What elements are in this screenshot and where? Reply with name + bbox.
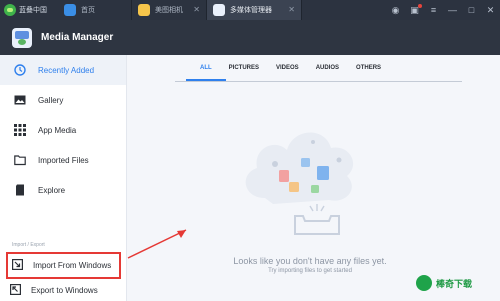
minimize-icon[interactable]: — — [447, 5, 458, 16]
window-tab-bar: 蓝叠中国 首页 美图相机 ✕ 多媒体管理器 ✕ ◉ ▣ ≡ — □ ✕ — [0, 0, 500, 20]
sidebar-item-label: Explore — [38, 185, 66, 195]
tab-others[interactable]: OTHERS — [356, 55, 381, 81]
import-icon — [12, 259, 24, 272]
brand-label: 蓝叠中国 — [19, 7, 47, 14]
gallery-icon — [14, 94, 26, 106]
maximize-icon[interactable]: □ — [466, 5, 477, 16]
empty-state-message: Looks like you don't have any files yet. — [233, 256, 387, 266]
content-tabs: ALL PICTURES VIDEOS AUDIOS OTHERS — [186, 55, 430, 81]
close-tab-icon[interactable]: ✕ — [288, 5, 295, 15]
sidebar-item-explore[interactable]: Explore — [0, 175, 126, 205]
tab-label: ALL — [200, 65, 212, 71]
window-tab-label: 首页 — [81, 7, 95, 14]
folder-icon — [14, 154, 26, 166]
sidebar-item-imported-files[interactable]: Imported Files — [0, 145, 126, 175]
sidebar: Recently Added Gallery App Media Importe… — [0, 55, 127, 301]
sidebar-item-label: App Media — [38, 125, 77, 135]
menu-icon[interactable]: ≡ — [428, 5, 439, 16]
import-from-windows-label: Import From Windows — [33, 261, 112, 270]
window-tab-media-manager[interactable]: 多媒体管理器 ✕ — [207, 0, 302, 20]
media-manager-logo-icon — [12, 27, 32, 48]
sidebar-item-label: Gallery — [38, 95, 64, 105]
empty-state-illustration — [217, 108, 377, 253]
window-controls: ◉ ▣ ≡ — □ ✕ — [390, 0, 496, 20]
camera-app-icon — [138, 4, 150, 16]
tab-all[interactable]: ALL — [186, 55, 225, 81]
app-header: Media Manager — [0, 20, 500, 55]
grid-icon — [14, 124, 26, 136]
close-tab-icon[interactable]: ✕ — [193, 5, 200, 15]
export-to-windows-button[interactable]: Export to Windows — [6, 277, 121, 301]
tabs-divider — [175, 81, 462, 82]
export-to-windows-label: Export to Windows — [31, 286, 98, 295]
app-title: Media Manager — [41, 32, 114, 43]
window-tab-camera[interactable]: 美图相机 ✕ — [132, 0, 207, 20]
notification-badge — [418, 3, 422, 8]
tab-audios[interactable]: AUDIOS — [316, 55, 339, 81]
empty-state-hint: Try importing files to get started — [268, 268, 352, 274]
window-tab-label: 多媒体管理器 — [230, 7, 272, 14]
brand: 蓝叠中国 — [0, 4, 58, 16]
tab-videos[interactable]: VIDEOS — [276, 55, 299, 81]
export-icon — [10, 284, 22, 297]
tab-label: AUDIOS — [315, 65, 340, 71]
import-from-windows-button[interactable]: Import From Windows — [6, 252, 121, 279]
clock-icon — [14, 64, 26, 76]
window-tab-label: 美图相机 — [155, 7, 183, 14]
notification-icon[interactable]: ▣ — [409, 3, 422, 16]
watermark-logo-icon — [416, 275, 432, 291]
sd-card-icon — [14, 184, 26, 196]
watermark: 棒奇下载 — [416, 272, 496, 294]
sidebar-item-gallery[interactable]: Gallery — [0, 85, 126, 115]
sidebar-item-label: Recently Added — [38, 65, 95, 75]
tab-label: PICTURES — [228, 65, 260, 71]
home-icon — [64, 4, 76, 16]
media-manager-icon — [213, 4, 225, 16]
watermark-text: 棒奇下载 — [436, 278, 473, 289]
tab-pictures[interactable]: PICTURES — [229, 55, 259, 81]
bluestacks-logo-icon — [4, 4, 16, 16]
tab-label: VIDEOS — [276, 65, 299, 71]
sidebar-item-recently-added[interactable]: Recently Added — [0, 55, 126, 85]
close-window-icon[interactable]: ✕ — [485, 5, 496, 16]
account-icon[interactable]: ◉ — [390, 5, 401, 16]
sidebar-item-app-media[interactable]: App Media — [0, 115, 126, 145]
tab-label: OTHERS — [356, 65, 382, 71]
sidebar-item-label: Imported Files — [38, 155, 89, 165]
window-tab-home[interactable]: 首页 — [58, 0, 132, 20]
import-export-group-label: Import / Export — [12, 242, 45, 248]
